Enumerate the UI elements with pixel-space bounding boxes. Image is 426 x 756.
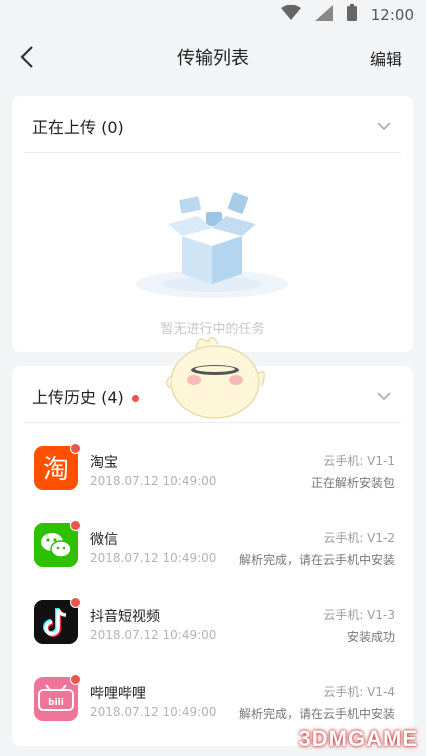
upload-time: 2018.07.12 10:49:00 [90,628,217,642]
unread-dot [70,520,81,531]
status-bar: 12:00 [0,0,426,28]
watermark-logo: 3DMGAME [298,726,418,751]
device-label: 云手机: V1-3 [323,608,395,622]
list-item[interactable]: 淘 淘宝 2018.07.12 10:49:00 云手机: V1-1 正在解析安… [34,443,395,502]
chevron-down-icon[interactable] [377,386,391,405]
device-label: 云手机: V1-1 [323,454,395,468]
status-text: 正在解析安装包 [310,476,395,490]
list-item[interactable]: bili 哔哩哔哩 2018.07.12 10:49:00 云手机: V1-4 … [34,674,395,733]
list-item[interactable]: 微信 2018.07.12 10:49:00 云手机: V1-2 解析完成，请在… [34,520,395,579]
unread-dot [70,597,81,608]
page-title: 传输列表 [177,48,249,69]
signal-icon [314,4,333,25]
device-label: 云手机: V1-4 [323,685,395,699]
wifi-icon [280,4,301,25]
unread-dot [70,674,81,685]
history-title-text: 上传历史 (4) [32,388,124,407]
device-label: 云手机: V1-2 [323,531,395,545]
status-time: 12:00 [370,5,414,24]
status-text: 解析完成，请在云手机中安装 [238,707,395,721]
app-name: 哔哩哔哩 [90,686,146,702]
uploading-title: 正在上传 (0) [32,118,124,137]
upload-time: 2018.07.12 10:49:00 [90,551,217,565]
uploading-header[interactable]: 正在上传 (0) [24,96,401,153]
history-title: 上传历史 (4) [32,384,139,408]
battery-icon [346,4,357,25]
svg-text:淘: 淘 [43,455,69,485]
svg-text:bili: bili [48,698,64,708]
app-name: 淘宝 [90,455,118,471]
status-text: 安装成功 [346,630,395,644]
empty-box-illustration [132,184,292,304]
app-name: 抖音短视频 [90,609,160,625]
edit-button[interactable]: 编辑 [370,46,402,70]
upload-time: 2018.07.12 10:49:00 [90,474,217,488]
new-dot [131,395,139,402]
chevron-down-icon[interactable] [377,116,391,135]
status-text: 解析完成，请在云手机中安装 [238,553,395,567]
upload-time: 2018.07.12 10:49:00 [90,705,217,719]
app-name: 微信 [90,532,118,548]
uploading-section: 正在上传 (0) 暂无进行中的任务 [12,96,413,352]
history-section: 上传历史 (4) 淘 淘宝 2018.07.12 10:49:00 云手机: V… [12,366,413,746]
top-bar: 传输列表 编辑 [0,32,426,82]
unread-dot [70,443,81,454]
mascot-illustration [160,330,270,422]
list-item[interactable]: 抖音短视频 2018.07.12 10:49:00 云手机: V1-3 安装成功 [34,597,395,656]
